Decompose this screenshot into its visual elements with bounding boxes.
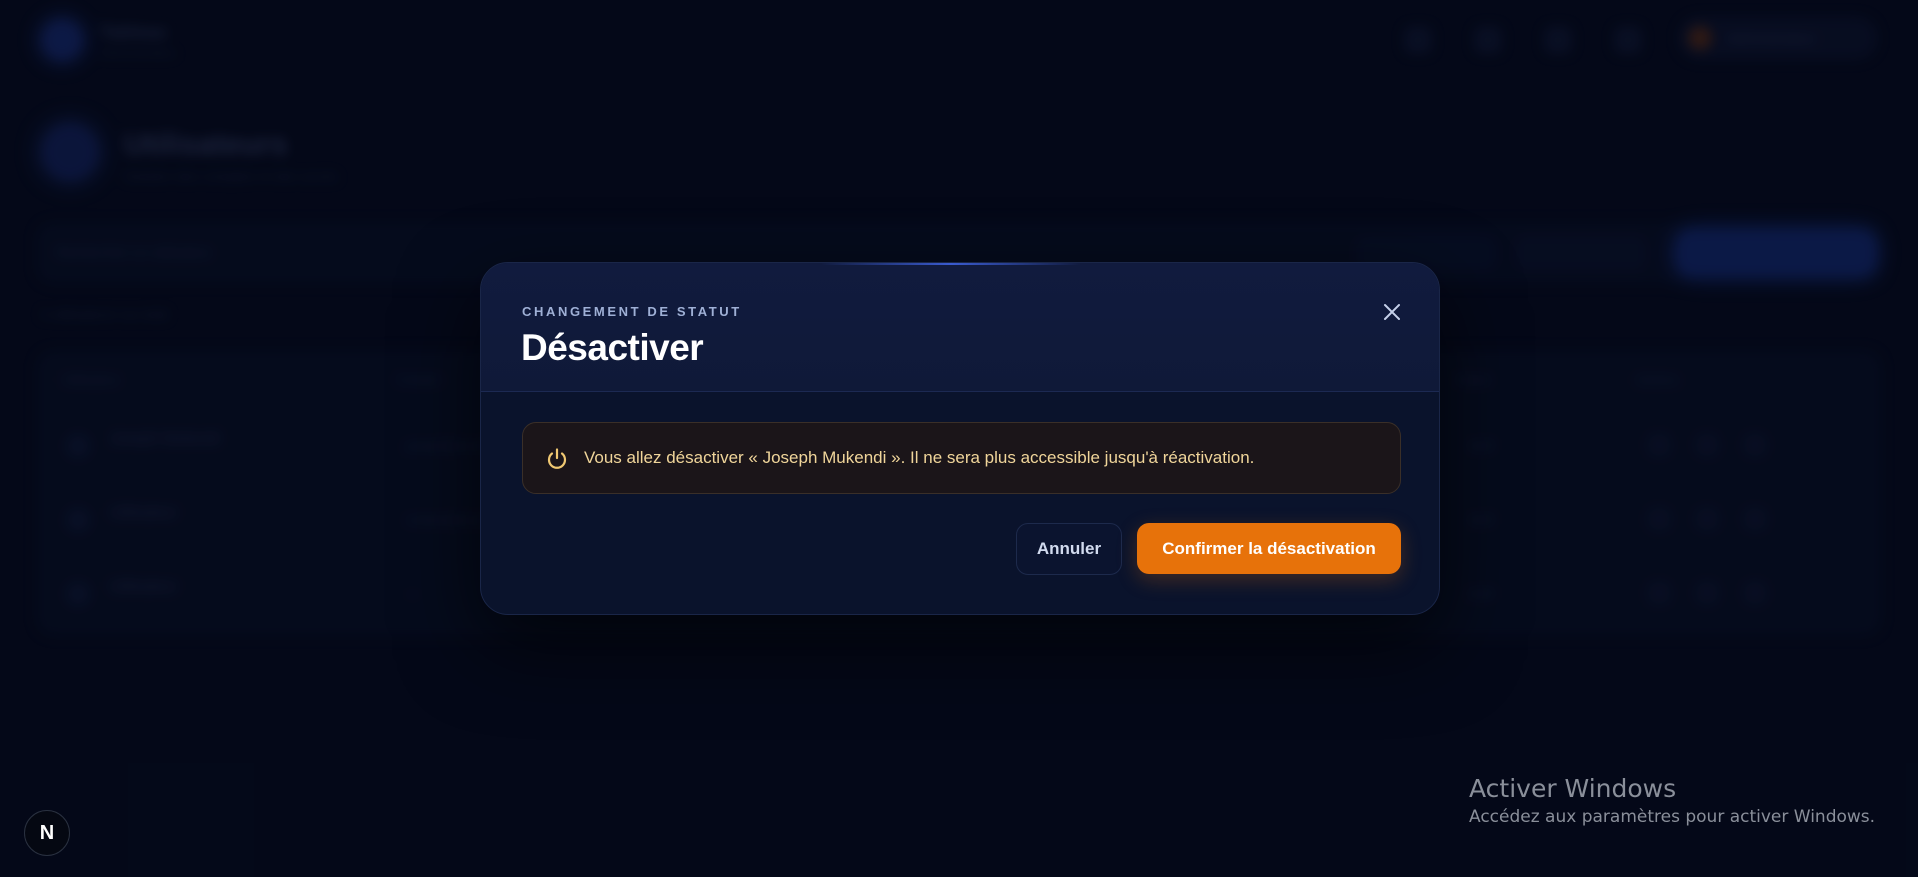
warning-message: Vous allez désactiver « Joseph Mukendi »… (584, 448, 1255, 467)
close-icon[interactable] (1377, 297, 1407, 327)
confirm-deactivation-button[interactable]: Confirmer la désactivation (1137, 523, 1401, 574)
watermark-subtitle: Accédez aux paramètres pour activer Wind… (1469, 807, 1876, 827)
dialog-header: CHANGEMENT DE STATUT Désactiver (481, 263, 1439, 392)
windows-activation-watermark: Activer Windows Accédez aux paramètres p… (1469, 774, 1875, 827)
cancel-button[interactable]: Annuler (1016, 523, 1122, 575)
power-icon (543, 445, 571, 473)
dev-tools-badge[interactable]: N (24, 810, 70, 856)
app-root: Tableau Administration Administrateur Ut… (0, 0, 1918, 877)
dialog-eyebrow: CHANGEMENT DE STATUT (522, 304, 742, 319)
warning-callout: Vous allez désactiver « Joseph Mukendi »… (522, 422, 1401, 494)
dialog-title: Désactiver (521, 327, 704, 368)
watermark-title: Activer Windows (1469, 774, 1677, 803)
status-change-dialog: CHANGEMENT DE STATUT Désactiver Vous all… (480, 262, 1440, 615)
